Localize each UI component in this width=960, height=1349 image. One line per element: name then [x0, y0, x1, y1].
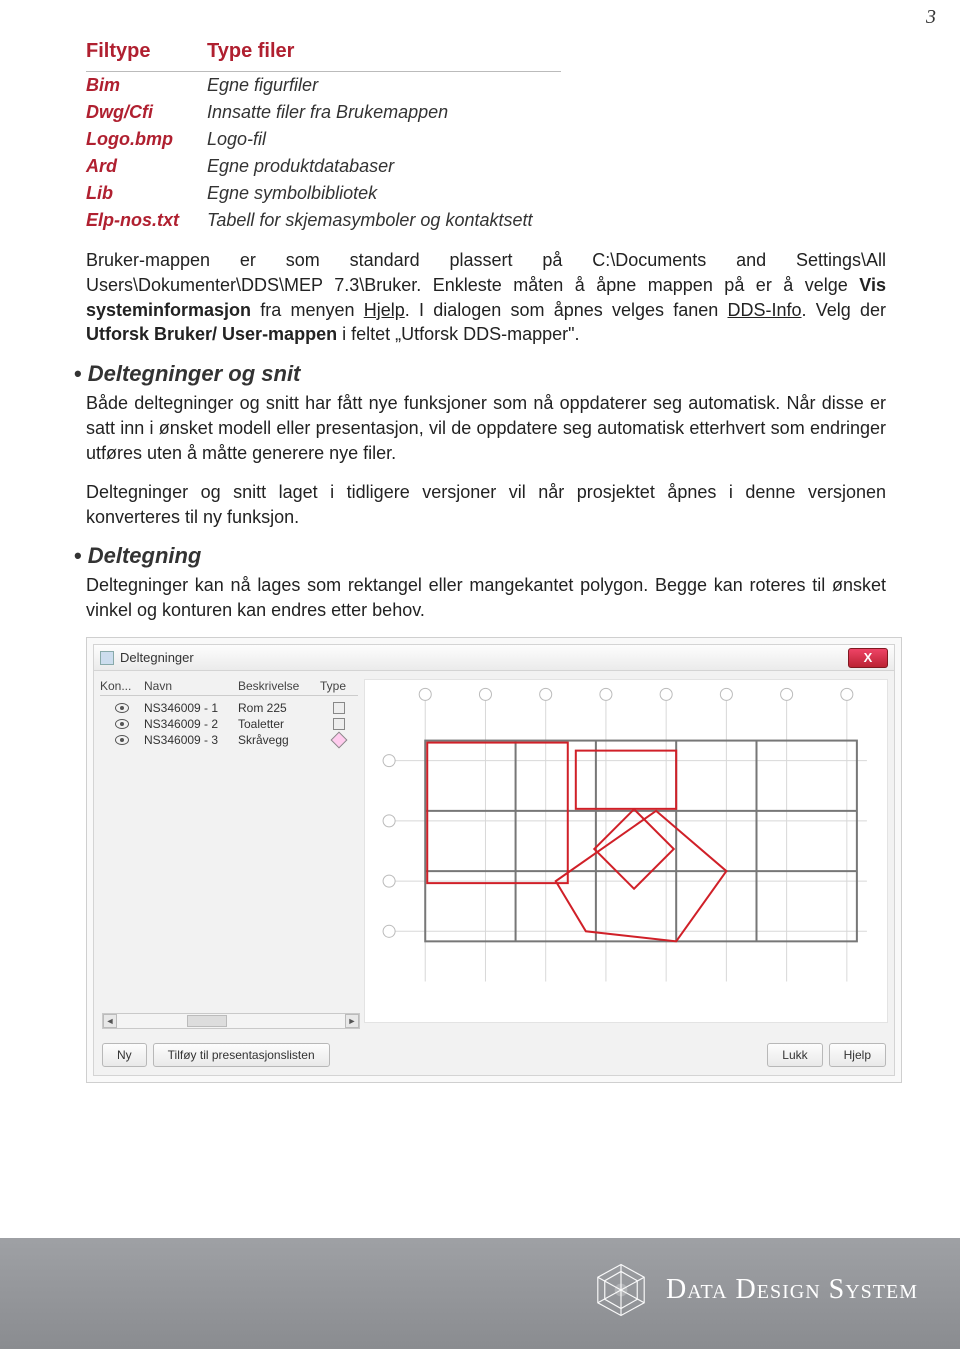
brand-name: Data Design System: [666, 1274, 918, 1306]
lukk-button[interactable]: Lukk: [767, 1043, 822, 1067]
list-item[interactable]: NS346009 - 1 Rom 225: [100, 700, 358, 716]
row-name: NS346009 - 2: [144, 717, 238, 731]
ft-desc: Tabell for skjemasymboler og kontaktsett: [207, 207, 561, 234]
col-type[interactable]: Type: [320, 679, 358, 693]
window-title: Deltegninger: [120, 650, 194, 665]
filetype-table: Filtype Type filer BimEgne figurfiler Dw…: [86, 38, 561, 234]
page-number: 3: [926, 6, 936, 29]
close-button[interactable]: X: [848, 648, 888, 668]
ft-name: Bim: [86, 72, 207, 100]
list-header: Kon... Navn Beskrivelse Type: [100, 679, 358, 696]
row-desc: Skråvegg: [238, 733, 320, 747]
bullet-icon: •: [74, 361, 82, 386]
section2-para1: Deltegninger kan nå lages som rektangel …: [86, 573, 886, 623]
row-name: NS346009 - 1: [144, 701, 238, 715]
ft-desc: Logo-fil: [207, 126, 561, 153]
ft-desc: Egne produktdatabaser: [207, 153, 561, 180]
typefiler-col-header: Type filer: [207, 38, 561, 72]
col-kon[interactable]: Kon...: [100, 679, 144, 693]
eye-icon: [115, 735, 129, 745]
type-rect-icon: [333, 702, 345, 714]
ft-desc: Egne figurfiler: [207, 72, 561, 100]
section1-para1: Både deltegninger og snitt har fått nye …: [86, 391, 886, 465]
col-navn[interactable]: Navn: [144, 679, 238, 693]
list-panel: Kon... Navn Beskrivelse Type NS346009 - …: [94, 671, 364, 1031]
window-titlebar: Deltegninger X: [94, 645, 894, 671]
text: i feltet „Utforsk DDS-mapper".: [337, 324, 579, 344]
dialog-screenshot: Deltegninger X Kon... Navn Beskrivelse T…: [86, 637, 902, 1083]
footer-bar: Data Design System: [0, 1241, 960, 1349]
section-title-text: Deltegninger og snit: [88, 361, 301, 386]
hjelp-button[interactable]: Hjelp: [829, 1043, 886, 1067]
ft-name: Ard: [86, 153, 207, 180]
section-title-text: Deltegning: [88, 543, 202, 568]
ft-name: Lib: [86, 180, 207, 207]
intro-paragraph: Bruker-mappen er som standard plassert p…: [86, 248, 886, 347]
text: . Velg der: [802, 300, 886, 320]
ft-desc: Innsatte filer fra Brukemappen: [207, 99, 561, 126]
row-desc: Rom 225: [238, 701, 320, 715]
floorplan-preview[interactable]: [364, 679, 888, 1023]
text: . I dialogen som åpnes velges fanen: [405, 300, 728, 320]
bullet-icon: •: [74, 543, 82, 568]
eye-icon: [115, 719, 129, 729]
underline-link: Hjelp: [364, 300, 405, 320]
row-desc: Toaletter: [238, 717, 320, 731]
type-rect-icon: [333, 718, 345, 730]
filetype-col-header: Filtype: [86, 38, 207, 72]
eye-icon: [115, 703, 129, 713]
scroll-right-icon[interactable]: ►: [345, 1014, 359, 1028]
list-item[interactable]: NS346009 - 3 Skråvegg: [100, 732, 358, 748]
window-icon: [100, 651, 114, 665]
tilfoy-button[interactable]: Tilføy til presentasjonslisten: [153, 1043, 330, 1067]
ft-name: Logo.bmp: [86, 126, 207, 153]
row-name: NS346009 - 3: [144, 733, 238, 747]
ft-name: Elp-nos.txt: [86, 207, 207, 234]
list-item[interactable]: NS346009 - 2 Toaletter: [100, 716, 358, 732]
col-beskrivelse[interactable]: Beskrivelse: [238, 679, 320, 693]
ny-button[interactable]: Ny: [102, 1043, 147, 1067]
section-heading-deltegning: •Deltegning: [74, 543, 886, 569]
scroll-left-icon[interactable]: ◄: [103, 1014, 117, 1028]
ft-desc: Egne symbolbibliotek: [207, 180, 561, 207]
section-heading-deltegninger-og-snit: •Deltegninger og snit: [74, 361, 886, 387]
text: fra menyen: [251, 300, 364, 320]
list-scrollbar[interactable]: ◄ ►: [102, 1013, 360, 1029]
section1-para2: Deltegninger og snitt laget i tidligere …: [86, 480, 886, 530]
ft-name: Dwg/Cfi: [86, 99, 207, 126]
underline-link: DDS-Info: [727, 300, 801, 320]
type-polygon-icon: [331, 732, 348, 749]
bold-text: Utforsk Bruker/ User-mappen: [86, 324, 337, 344]
brand-logo-icon: [592, 1261, 650, 1319]
scroll-thumb[interactable]: [187, 1015, 227, 1027]
text: Bruker-mappen er som standard plassert p…: [86, 250, 886, 295]
